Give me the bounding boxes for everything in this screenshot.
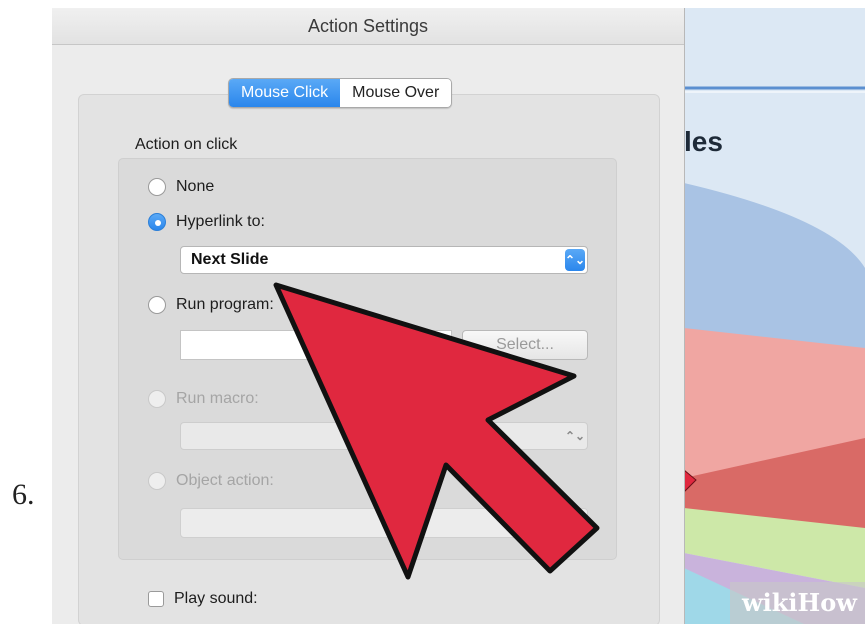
run-program-label: Run program:	[176, 296, 274, 313]
hyperlink-target-value: Next Slide	[191, 251, 269, 268]
hyperlink-target-popup[interactable]: Next Slide ⌃⌄	[180, 246, 588, 274]
option-none[interactable]: None	[148, 178, 214, 196]
wikihow-watermark: wikiHow	[730, 582, 865, 624]
option-run-program[interactable]: Run program:	[148, 296, 274, 314]
run-macro-label: Run macro:	[176, 390, 259, 407]
none-radio[interactable]	[148, 178, 166, 196]
step-number: 6.	[12, 478, 35, 511]
object-action-popup[interactable]	[180, 508, 588, 538]
run-macro-popup[interactable]: ⌃⌄	[180, 422, 588, 450]
up-down-chevron-icon: ⌃⌄	[565, 249, 585, 271]
none-label: None	[176, 178, 215, 195]
play-sound-label: Play sound:	[174, 590, 258, 607]
object-action-radio[interactable]	[148, 472, 166, 490]
option-run-macro[interactable]: Run macro:	[148, 390, 259, 408]
dialog-title: Action Settings	[52, 8, 684, 45]
option-play-sound[interactable]: Play sound:	[148, 590, 258, 608]
tab-bar: Mouse Click Mouse Over	[228, 78, 453, 108]
slide-title-fragment: les	[684, 126, 723, 157]
action-on-click-label: Action on click	[135, 136, 238, 153]
object-action-label: Object action:	[176, 472, 274, 489]
option-hyperlink[interactable]: Hyperlink to:	[148, 213, 265, 231]
screenshot-area: les wikiHow Action Settings Mouse Click …	[52, 8, 865, 624]
tab-mouse-over[interactable]: Mouse Over	[340, 79, 452, 107]
action-settings-dialog: Action Settings Mouse Click Mouse Over A…	[52, 8, 685, 624]
run-macro-radio[interactable]	[148, 390, 166, 408]
tab-mouse-click[interactable]: Mouse Click	[229, 79, 341, 107]
run-program-path-field[interactable]	[180, 330, 452, 360]
select-program-button[interactable]: Select...	[462, 330, 588, 360]
slide-pie-chart-graphic	[684, 8, 865, 624]
up-down-chevron-icon: ⌃⌄	[565, 429, 586, 443]
slide-background: les wikiHow	[684, 8, 865, 624]
hyperlink-label: Hyperlink to:	[176, 213, 265, 230]
option-object-action[interactable]: Object action:	[148, 472, 274, 490]
play-sound-checkbox[interactable]	[148, 591, 164, 607]
run-program-radio[interactable]	[148, 296, 166, 314]
hyperlink-radio[interactable]	[148, 213, 166, 231]
